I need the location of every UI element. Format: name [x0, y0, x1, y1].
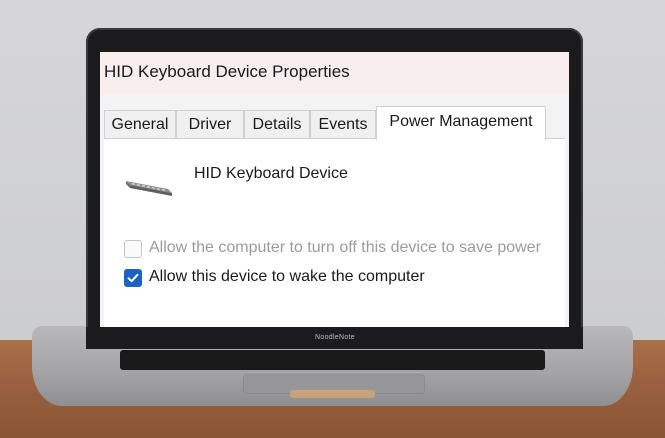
- laptop-front-notch: [290, 390, 375, 398]
- tab-power-management[interactable]: Power Management: [376, 106, 546, 140]
- turn-off-checkbox: [124, 240, 142, 258]
- tab-details[interactable]: Details: [244, 110, 310, 138]
- dialog-titlebar[interactable]: HID Keyboard Device Properties: [100, 52, 569, 94]
- device-name: HID Keyboard Device: [194, 165, 348, 182]
- checkmark-icon: [127, 273, 139, 283]
- tab-events[interactable]: Events: [310, 110, 376, 138]
- keyboard-icon: [124, 175, 174, 202]
- properties-dialog: HID Keyboard Device Properties General D…: [100, 52, 569, 327]
- tab-general[interactable]: General: [104, 110, 176, 138]
- wake-checkbox[interactable]: [124, 269, 142, 287]
- wake-label[interactable]: Allow this device to wake the computer: [149, 268, 425, 286]
- tab-driver[interactable]: Driver: [176, 110, 244, 138]
- turn-off-label: Allow the computer to turn off this devi…: [149, 239, 541, 256]
- dialog-title: HID Keyboard Device Properties: [104, 62, 350, 81]
- laptop-brand-label: NoodleNote: [315, 334, 355, 341]
- laptop-keyboard: [120, 350, 545, 370]
- power-management-panel: HID Keyboard Device Allow the computer t…: [104, 138, 565, 327]
